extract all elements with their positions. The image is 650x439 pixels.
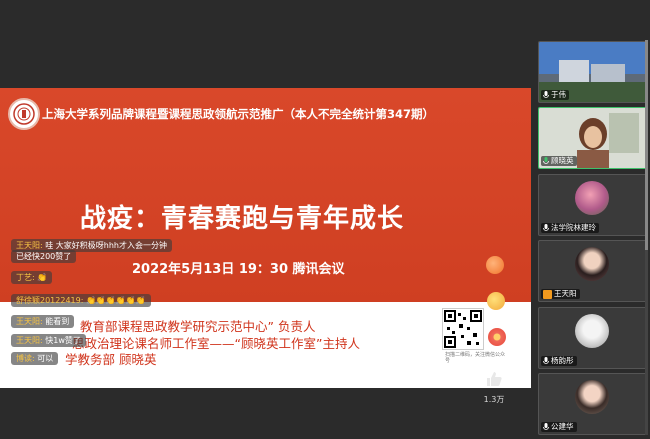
- smile-reaction-icon[interactable]: [487, 292, 505, 310]
- slide-title: 战疫：青春赛跑与青年成长: [80, 204, 405, 234]
- participant-name: 杨韵彤: [541, 356, 577, 366]
- chat-message: 丁艺: 👏: [11, 271, 53, 284]
- flower-reaction-icon[interactable]: [488, 328, 506, 346]
- qr-caption: 扫描二维码，关注微信公众号: [445, 352, 506, 364]
- mic-icon: [543, 357, 549, 364]
- participant-tile[interactable]: 杨韵彤: [538, 307, 647, 369]
- chat-message: 王天阳: 快1w赞了: [11, 334, 86, 347]
- chat-message: 舒徐颖20122419: 👏👏👏👏👏👏: [11, 294, 151, 307]
- mic-icon: [543, 224, 549, 231]
- slide-datetime: 2022年5月13日 19：30 腾讯会议: [132, 262, 345, 277]
- like-count: 1.3万: [483, 395, 505, 404]
- slide-banner: 上海大学系列品牌课程暨课程思政领航示范推广（本人不完全统计第347期） 战疫：青…: [0, 88, 531, 302]
- mic-icon: [543, 423, 549, 430]
- participant-name: 公建华: [541, 422, 577, 432]
- chat-message: 王天阳: 能看到: [11, 315, 75, 328]
- participant-tile[interactable]: 王天阳: [538, 240, 647, 302]
- participant-tile[interactable]: 顾晓英: [538, 107, 647, 169]
- mic-icon: [543, 157, 549, 164]
- like-button[interactable]: 1.3万: [482, 370, 506, 405]
- chat-message: 已经快200赞了: [11, 250, 77, 263]
- thumbs-up-icon: [487, 372, 502, 386]
- university-emblem-icon: [8, 98, 40, 130]
- chat-message: 博读: 可以: [11, 352, 59, 365]
- qr-code-icon: [442, 308, 484, 350]
- mic-icon: [543, 91, 549, 98]
- participant-tile[interactable]: 于伟: [538, 41, 647, 103]
- avatar: [575, 247, 609, 281]
- participant-name: 于伟: [541, 90, 569, 100]
- avatar: [575, 181, 609, 215]
- slide-header: 上海大学系列品牌课程暨课程思政领航示范推广（本人不完全统计第347期）: [42, 107, 435, 121]
- clap-reaction-icon[interactable]: [486, 256, 504, 274]
- avatar: [575, 314, 609, 348]
- presenter-line-3: 学教务部 顾晓英: [65, 352, 157, 367]
- participant-tile[interactable]: 公建华: [538, 373, 647, 435]
- participant-scroll-thumb[interactable]: [645, 40, 648, 250]
- participant-name: 顾晓英: [541, 156, 577, 166]
- avatar: [575, 380, 609, 414]
- participant-name: 王天阳: [541, 289, 580, 299]
- participant-name: 法学院林建玲: [541, 223, 599, 233]
- raise-hand-icon: [543, 289, 552, 299]
- participant-tile[interactable]: 法学院林建玲: [538, 174, 647, 236]
